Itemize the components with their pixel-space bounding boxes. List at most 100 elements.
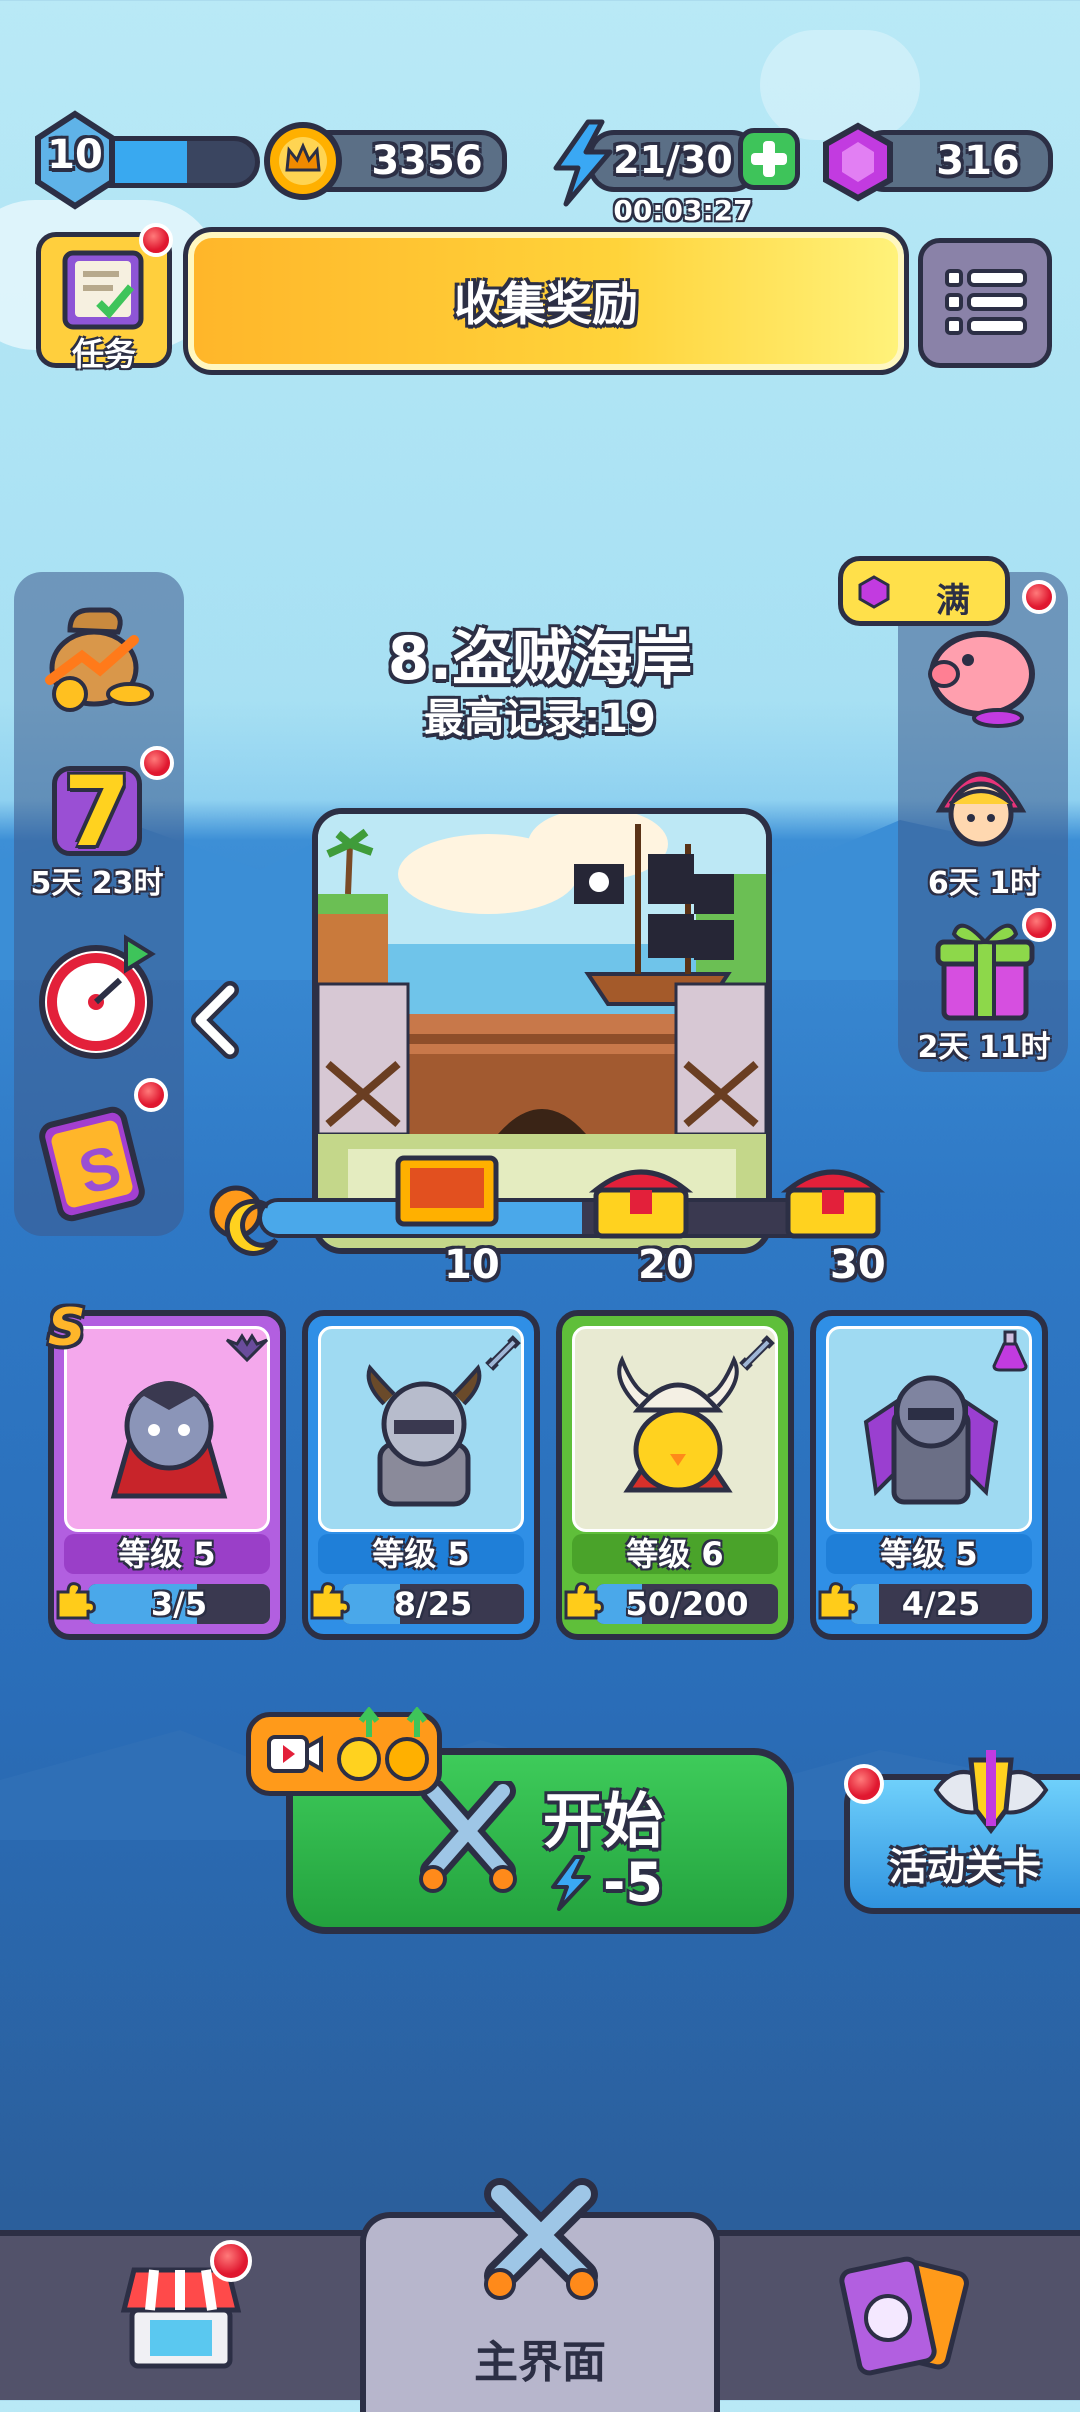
bonus-upgrade-icons xyxy=(337,1707,429,1781)
hero-girl-icon xyxy=(935,771,1027,847)
video-camera-icon xyxy=(267,1735,323,1773)
start-button-label: 开始 xyxy=(543,1787,663,1857)
puzzle-piece-icon xyxy=(56,1582,96,1620)
hero-level-label: 等级 5 xyxy=(826,1534,1032,1574)
viking-hero-icon xyxy=(366,1364,482,1507)
s-card-icon: S xyxy=(39,1106,145,1222)
sword-class-icon xyxy=(485,1335,521,1371)
start-energy-cost: -5 xyxy=(603,1851,663,1914)
milestone-value-1: 10 xyxy=(444,1242,500,1288)
growth-fund-button[interactable] xyxy=(30,590,160,720)
gem-amount: 316 xyxy=(936,138,1020,184)
sun-moon-icon xyxy=(209,1185,279,1256)
hero-card-viking[interactable]: 等级 5 8/25 xyxy=(302,1310,540,1640)
lightning-energy-icon xyxy=(551,1855,591,1911)
player-level-widget[interactable]: 10 xyxy=(30,110,260,210)
sword-class-icon xyxy=(739,1335,775,1371)
coin-counter[interactable]: 3356 xyxy=(262,120,507,200)
gift-pack-button[interactable]: 2天 11时 xyxy=(904,908,1064,1068)
armored-knight-hero-icon xyxy=(863,1375,999,1505)
add-energy-button[interactable] xyxy=(738,128,800,190)
milestone-progress-track xyxy=(258,1198,848,1238)
hero-event-button[interactable]: 6天 1时 xyxy=(904,748,1064,901)
puzzle-piece-icon xyxy=(310,1582,350,1620)
player-level-text: 10 xyxy=(47,132,103,178)
piggy-bank-button[interactable]: 满 xyxy=(838,556,1068,736)
previous-stage-arrow[interactable] xyxy=(186,980,246,1060)
seven-day-timer: 5天 23时 xyxy=(30,866,164,901)
chevron-left-icon xyxy=(191,981,239,1059)
nav-main-tab[interactable]: 主界面 xyxy=(360,2178,720,2412)
checklist-icon xyxy=(62,250,144,330)
pirate-coast-scene xyxy=(318,814,766,1248)
piggy-bank-icon xyxy=(928,631,1035,728)
list-menu-icon xyxy=(945,269,1027,335)
milestone-value-2: 20 xyxy=(638,1242,694,1288)
stopwatch-icon xyxy=(39,934,156,1059)
hero-shard-text: 50/200 xyxy=(625,1585,749,1623)
money-bag-growth-icon xyxy=(45,607,154,712)
crossed-swords-icon xyxy=(484,2178,598,2300)
hero-shard-text: 8/25 xyxy=(393,1585,473,1623)
tasks-label: 任务 xyxy=(71,335,136,373)
nav-main-label: 主界面 xyxy=(474,2337,606,2388)
energy-refill-timer: 00:03:27 xyxy=(613,194,753,227)
hero-shard-progress: 50/200 xyxy=(596,1584,778,1624)
hero-shard-text: 3/5 xyxy=(150,1585,208,1623)
chick-hero-icon xyxy=(617,1355,739,1493)
coin-amount: 3356 xyxy=(371,138,483,184)
hero-shard-text: 4/25 xyxy=(901,1585,981,1623)
hero-event-timer: 6天 1时 xyxy=(927,866,1041,901)
menu-button[interactable] xyxy=(918,238,1052,368)
treasure-chest-open-icon xyxy=(395,1155,499,1227)
hero-shard-progress: 8/25 xyxy=(342,1584,524,1624)
gift-pack-timer: 2天 11时 xyxy=(917,1030,1051,1065)
nav-heroes-tab[interactable] xyxy=(810,2240,990,2390)
hero-shard-progress: 3/5 xyxy=(88,1584,270,1624)
hero-level-label: 等级 6 xyxy=(572,1534,778,1574)
speedup-timer-button[interactable] xyxy=(34,932,164,1062)
plus-icon xyxy=(751,141,787,177)
purple-gem-icon xyxy=(823,122,893,202)
winged-sword-shield-icon xyxy=(933,1750,1049,1835)
potion-class-icon xyxy=(992,1330,1028,1372)
hero-card-knight[interactable]: 等级 5 4/25 xyxy=(810,1310,1048,1640)
watch-ad-bonus-button[interactable] xyxy=(246,1707,442,1796)
crossed-swords-icon xyxy=(419,1781,517,1893)
milestone-value-3: 30 xyxy=(830,1242,886,1288)
hero-cards-icon xyxy=(839,2256,969,2376)
stage-best-record: 最高记录:19 xyxy=(424,696,656,742)
shop-notification-dot xyxy=(210,2240,252,2282)
hero-card-vampire[interactable]: 等级 5 3/5 S xyxy=(48,1298,286,1640)
hero-card-chick[interactable]: 等级 6 50/200 xyxy=(556,1310,794,1640)
energy-amount: 21/30 xyxy=(613,138,733,182)
puzzle-piece-icon xyxy=(564,1582,604,1620)
piggy-notification-dot xyxy=(1022,580,1056,614)
milestone-chest-2[interactable] xyxy=(586,1160,696,1240)
seven-day-number: 7 xyxy=(63,756,131,868)
nav-shop-tab[interactable] xyxy=(100,2240,260,2390)
hero-shard-progress: 4/25 xyxy=(850,1584,1032,1624)
collect-reward-label: 收集奖励 xyxy=(454,277,638,331)
treasure-chest-icon xyxy=(588,1169,694,1239)
season-pass-button[interactable]: S xyxy=(34,1078,168,1222)
seven-day-event-button[interactable]: 7 5天 23时 xyxy=(22,746,174,901)
small-gem-icon xyxy=(858,575,890,609)
gem-counter[interactable]: 316 xyxy=(818,120,1053,202)
puzzle-piece-icon xyxy=(818,1582,858,1620)
energy-counter[interactable]: 21/30 00:03:27 xyxy=(548,118,808,228)
hero-rank-badge: S xyxy=(48,1298,86,1358)
event-stage-notification-dot xyxy=(844,1764,884,1804)
tasks-button[interactable]: 任务 xyxy=(36,223,173,373)
hero-level-label: 等级 5 xyxy=(64,1534,270,1574)
tasks-notification-dot xyxy=(139,223,173,257)
treasure-chest-icon xyxy=(780,1169,886,1239)
stage-preview-image[interactable] xyxy=(312,808,772,1254)
crown-coin-icon xyxy=(264,122,342,200)
collect-reward-button[interactable]: 收集奖励 xyxy=(183,227,909,375)
vampire-hero-icon xyxy=(110,1381,228,1499)
season-pass-notification-dot xyxy=(134,1078,168,1112)
bat-class-icon xyxy=(225,1333,269,1363)
gift-notification-dot xyxy=(1022,908,1056,942)
milestone-chest-3[interactable] xyxy=(778,1160,888,1240)
